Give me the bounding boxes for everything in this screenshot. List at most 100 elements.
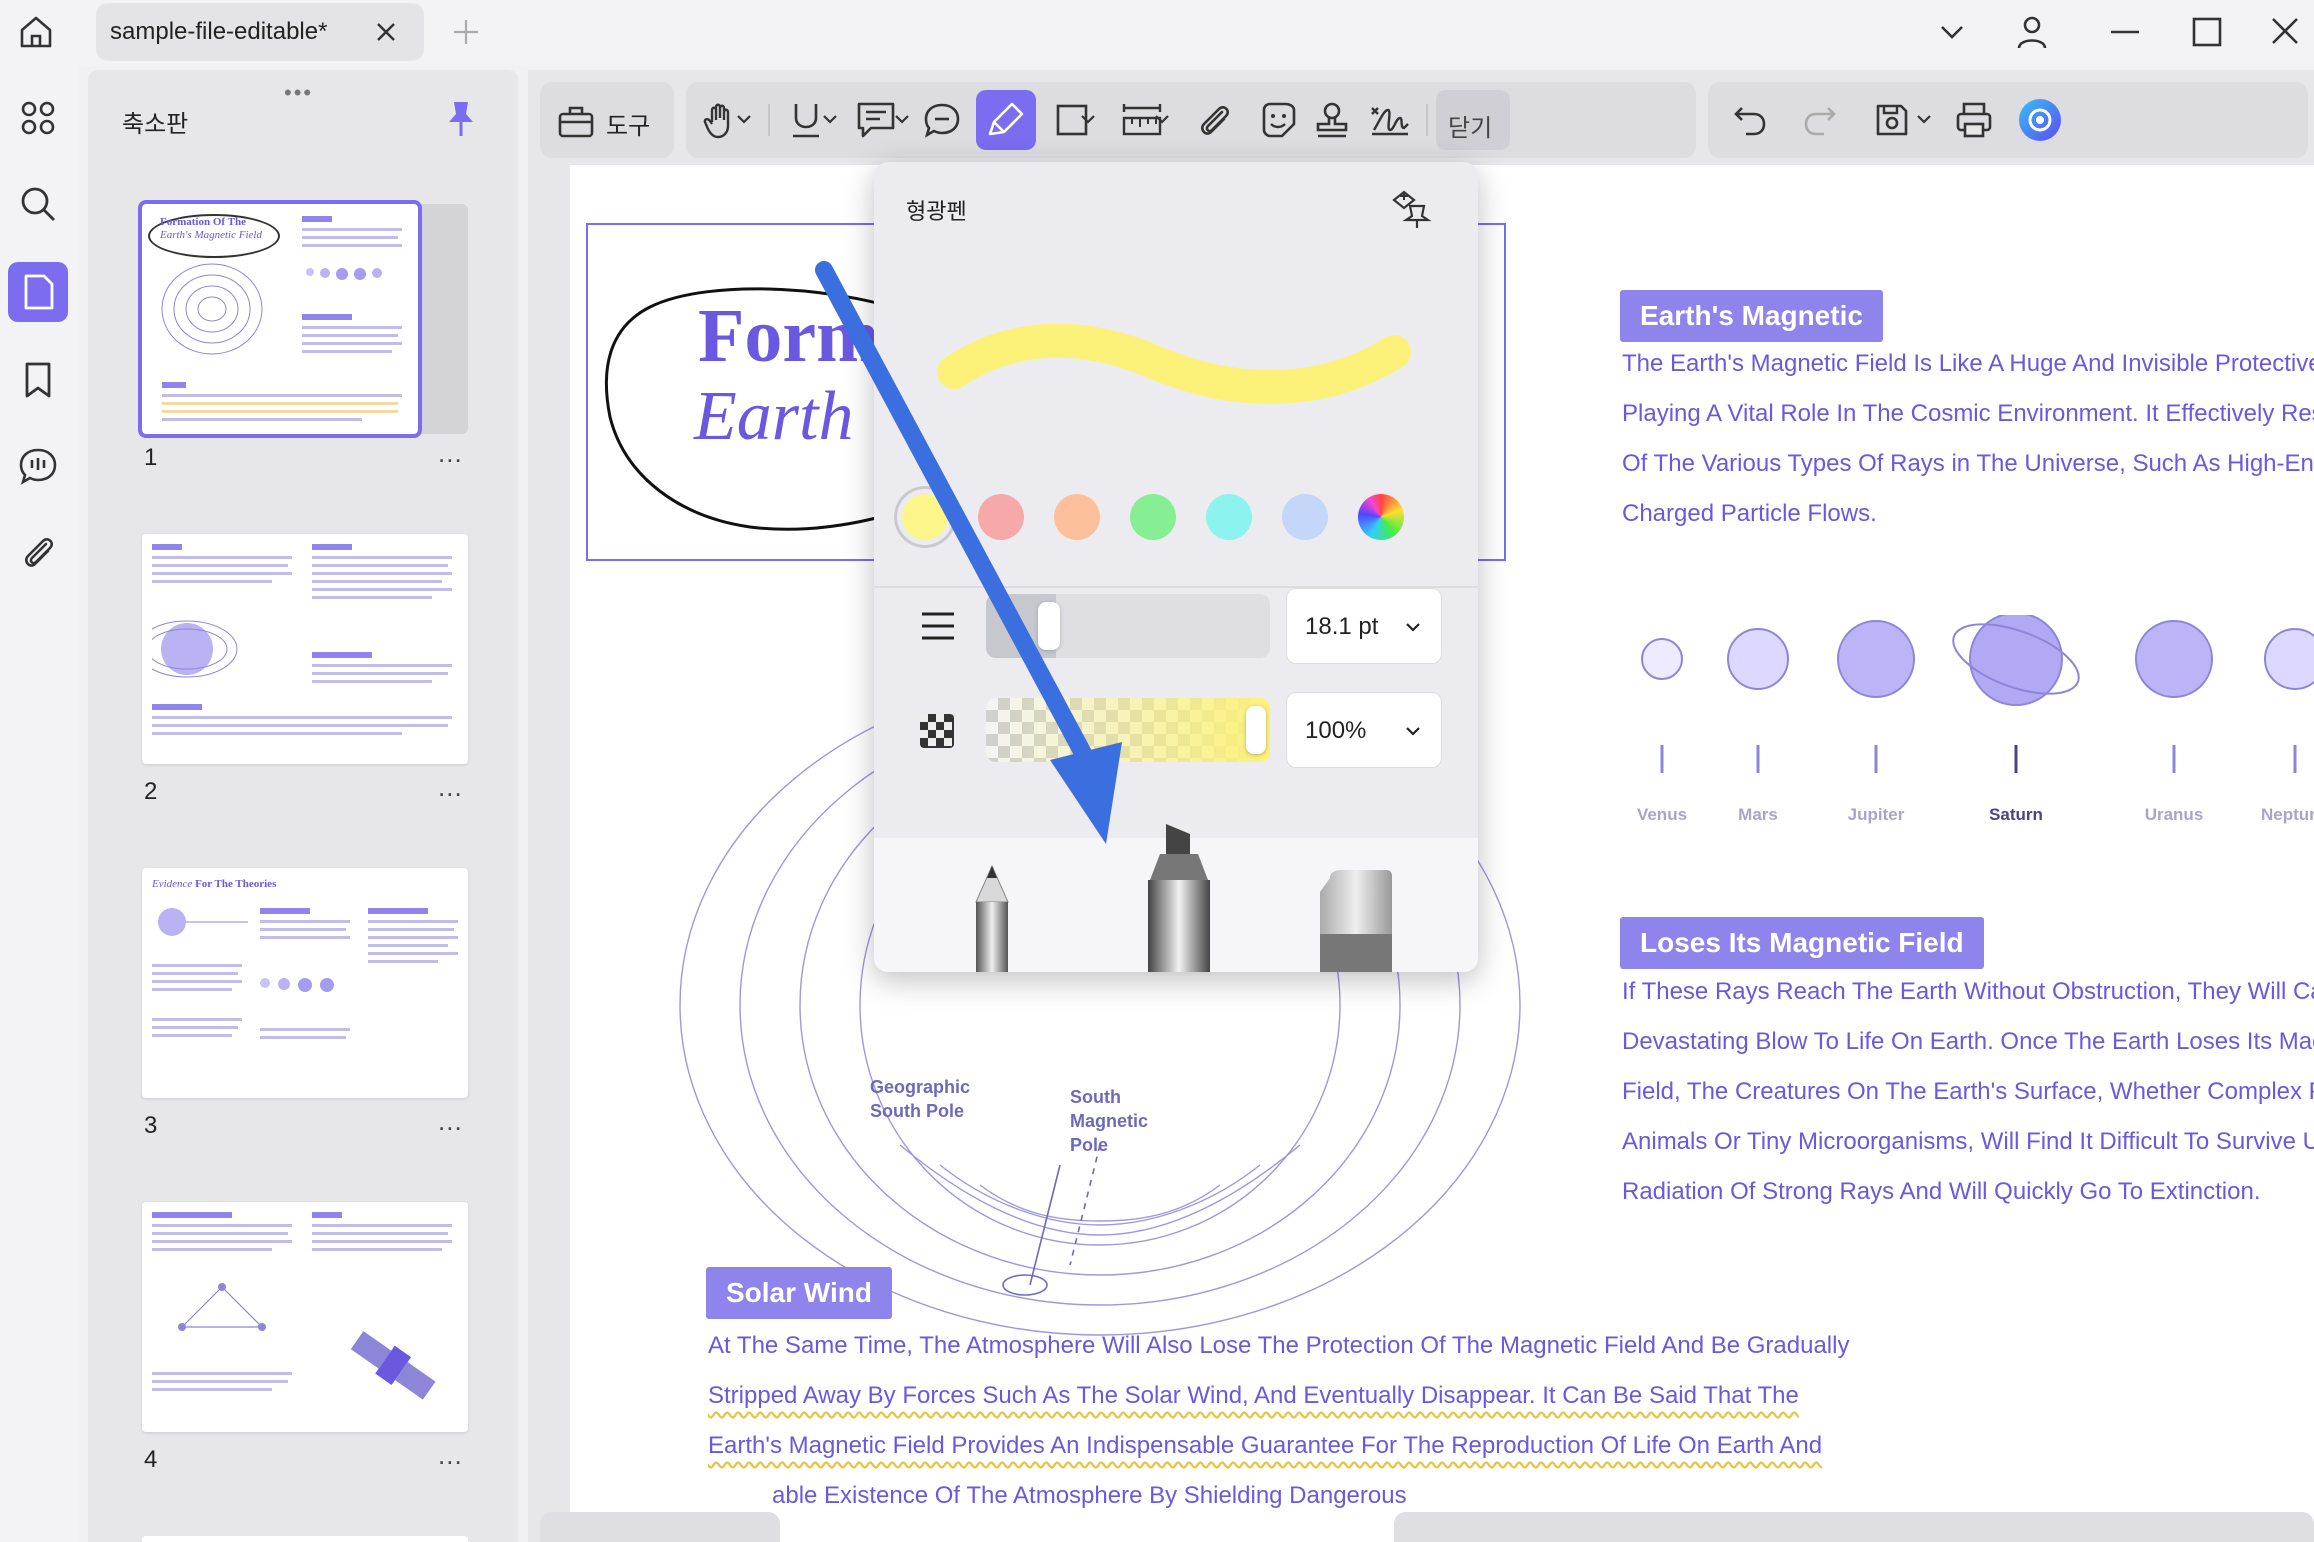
- toolbar-divider: [1426, 104, 1428, 136]
- eraser-icon[interactable]: [1316, 868, 1396, 972]
- paragraph-line: Devastating Blow To Life On Earth. Once …: [1622, 1028, 2314, 1055]
- thumb-title-line-1: Formation Of The: [160, 216, 246, 228]
- chevron-down-icon[interactable]: [820, 112, 840, 133]
- chevron-down-icon[interactable]: [1152, 112, 1172, 133]
- chevron-down-icon: [1403, 615, 1423, 643]
- chevron-down-icon[interactable]: [1078, 112, 1098, 133]
- thumbnail-number: 2: [144, 778, 158, 805]
- maximize-icon[interactable]: [2190, 14, 2224, 55]
- thumbnail-page-2[interactable]: [142, 534, 468, 764]
- stamp-tool-button[interactable]: [1302, 90, 1362, 150]
- thumbnail-page-3[interactable]: Evidence For The Theories: [142, 868, 468, 1098]
- thumbnail-more-button[interactable]: ...: [438, 438, 463, 469]
- close-icon[interactable]: [2268, 14, 2302, 55]
- bookmark-icon[interactable]: [8, 350, 68, 410]
- panel-title: 축소판: [122, 111, 189, 138]
- toolbar-divider: [768, 104, 770, 136]
- paragraph-line-squiggly: Stripped Away By Forces Such As The Sola…: [708, 1382, 1799, 1409]
- planet-label: Jupiter: [1847, 805, 1905, 824]
- plus-icon[interactable]: [452, 18, 480, 51]
- document-action-group: [1708, 82, 2308, 158]
- print-icon[interactable]: [1944, 90, 2004, 150]
- highlighter-pen-icon[interactable]: [1138, 820, 1220, 972]
- popup-title: 형광펜: [906, 199, 967, 224]
- paragraph-line: able Existence Of The Atmosphere By Shie…: [772, 1482, 1407, 1509]
- annotation-tool-group: 닫기: [686, 82, 1696, 158]
- paragraph-line: Charged Particle Flows.: [1622, 500, 1877, 527]
- pole-label-mag-line-1: South: [1070, 1087, 1121, 1107]
- redo-icon[interactable]: [1790, 90, 1850, 150]
- thumbnail-page-5-partial[interactable]: [142, 1536, 468, 1542]
- comment-icon[interactable]: [8, 436, 68, 496]
- thumb-title-line-2: Earth's Magnetic Field: [160, 229, 262, 241]
- thickness-dropdown[interactable]: 18.1 pt: [1286, 588, 1442, 664]
- opacity-dropdown[interactable]: 100%: [1286, 692, 1442, 768]
- attachment-icon[interactable]: [8, 522, 68, 582]
- title-bar: sample-file-editable*: [0, 0, 2314, 66]
- chevron-down-icon[interactable]: [1914, 112, 1934, 133]
- left-rail: [0, 66, 78, 1542]
- pin-icon[interactable]: [446, 98, 476, 143]
- comment-tool-button[interactable]: [912, 90, 972, 150]
- planet-label: Mars: [1738, 805, 1778, 824]
- pole-label-geo-line-1: Geographic: [870, 1077, 971, 1097]
- signature-tool-button[interactable]: [1360, 90, 1420, 150]
- toolbar: 도구 닫기: [528, 70, 2314, 170]
- paragraph-line: Radiation Of Strong Rays And Will Quickl…: [1622, 1178, 2261, 1205]
- thumbnail-number: 1: [144, 444, 158, 471]
- document-tab[interactable]: sample-file-editable*: [96, 3, 424, 61]
- user-icon[interactable]: [2014, 14, 2050, 55]
- thumbnail-number: 3: [144, 1112, 158, 1139]
- heading-loses-magnetic-field: Loses Its Magnetic Field: [1620, 917, 1984, 969]
- arrow-annotation[interactable]: [810, 260, 1140, 860]
- paragraph-line: Animals Or Tiny Microorganisms, Will Fin…: [1622, 1128, 2314, 1155]
- close-icon[interactable]: [374, 20, 398, 49]
- planet-label: Neptune: [2261, 805, 2314, 824]
- highlighter-tool-button[interactable]: [976, 90, 1036, 150]
- ai-assistant-icon[interactable]: [2010, 90, 2070, 150]
- page-nav-bar-right[interactable]: [1394, 1512, 2314, 1542]
- opacity-slider-thumb[interactable]: [1246, 706, 1266, 754]
- paragraph-line: Playing A Vital Role In The Cosmic Envir…: [1622, 400, 2314, 427]
- thumbnail-panel: ••• 축소판 Formation Of The Earth's Magneti…: [88, 70, 518, 1542]
- chevron-down-icon[interactable]: [892, 112, 912, 133]
- pencil-icon[interactable]: [962, 862, 1022, 972]
- thumbnail-more-button[interactable]: ...: [438, 1440, 463, 1471]
- undo-icon[interactable]: [1720, 90, 1780, 150]
- thumbnail-page-4[interactable]: [142, 1202, 468, 1432]
- thickness-value: 18.1 pt: [1305, 613, 1379, 640]
- minimize-icon[interactable]: [2108, 14, 2142, 55]
- panel-resize-grip[interactable]: •••: [284, 80, 313, 106]
- paragraph-line: If These Rays Reach The Earth Without Ob…: [1622, 978, 2314, 1005]
- page-nav-bar-left[interactable]: [540, 1512, 780, 1542]
- tools-label: 도구: [606, 113, 651, 140]
- search-icon[interactable]: [8, 174, 68, 234]
- heading-earths-magnetic: Earth's Magnetic: [1620, 290, 1883, 342]
- planet-label: Uranus: [2144, 805, 2204, 824]
- pin-to-toolbar-icon[interactable]: [1390, 186, 1434, 235]
- chevron-down-icon: [1403, 719, 1423, 747]
- chevron-down-icon[interactable]: [734, 112, 754, 133]
- planet-diagram: [1641, 615, 2314, 773]
- attachment-tool-button[interactable]: [1184, 90, 1244, 150]
- home-icon[interactable]: [16, 12, 56, 57]
- custom-color-picker[interactable]: [1358, 494, 1404, 540]
- chevron-down-icon[interactable]: [1936, 14, 1968, 55]
- color-swatch-blue[interactable]: [1282, 494, 1328, 540]
- paragraph-line: The Earth's Magnetic Field Is Like A Hug…: [1622, 350, 2314, 377]
- thumbnail-more-button[interactable]: ...: [438, 1106, 463, 1137]
- sticker-tool-button[interactable]: [1248, 90, 1308, 150]
- pages-icon[interactable]: [8, 262, 68, 322]
- heading-solar-wind: Solar Wind: [706, 1267, 892, 1319]
- tools-button[interactable]: 도구: [540, 82, 674, 158]
- tab-title: sample-file-editable*: [110, 18, 328, 45]
- paragraph-line: At The Same Time, The Atmosphere Will Al…: [708, 1332, 1850, 1359]
- color-swatch-cyan[interactable]: [1206, 494, 1252, 540]
- save-icon[interactable]: [1862, 90, 1922, 150]
- toolbox-icon: [556, 100, 596, 145]
- thumbnails-icon[interactable]: [8, 88, 68, 148]
- paragraph-line: Field, The Creatures On The Earth's Surf…: [1622, 1078, 2314, 1105]
- thumbnail-page-1[interactable]: Formation Of The Earth's Magnetic Field: [138, 200, 422, 438]
- thumbnail-more-button[interactable]: ...: [438, 772, 463, 803]
- close-annotation-button[interactable]: 닫기: [1436, 90, 1510, 150]
